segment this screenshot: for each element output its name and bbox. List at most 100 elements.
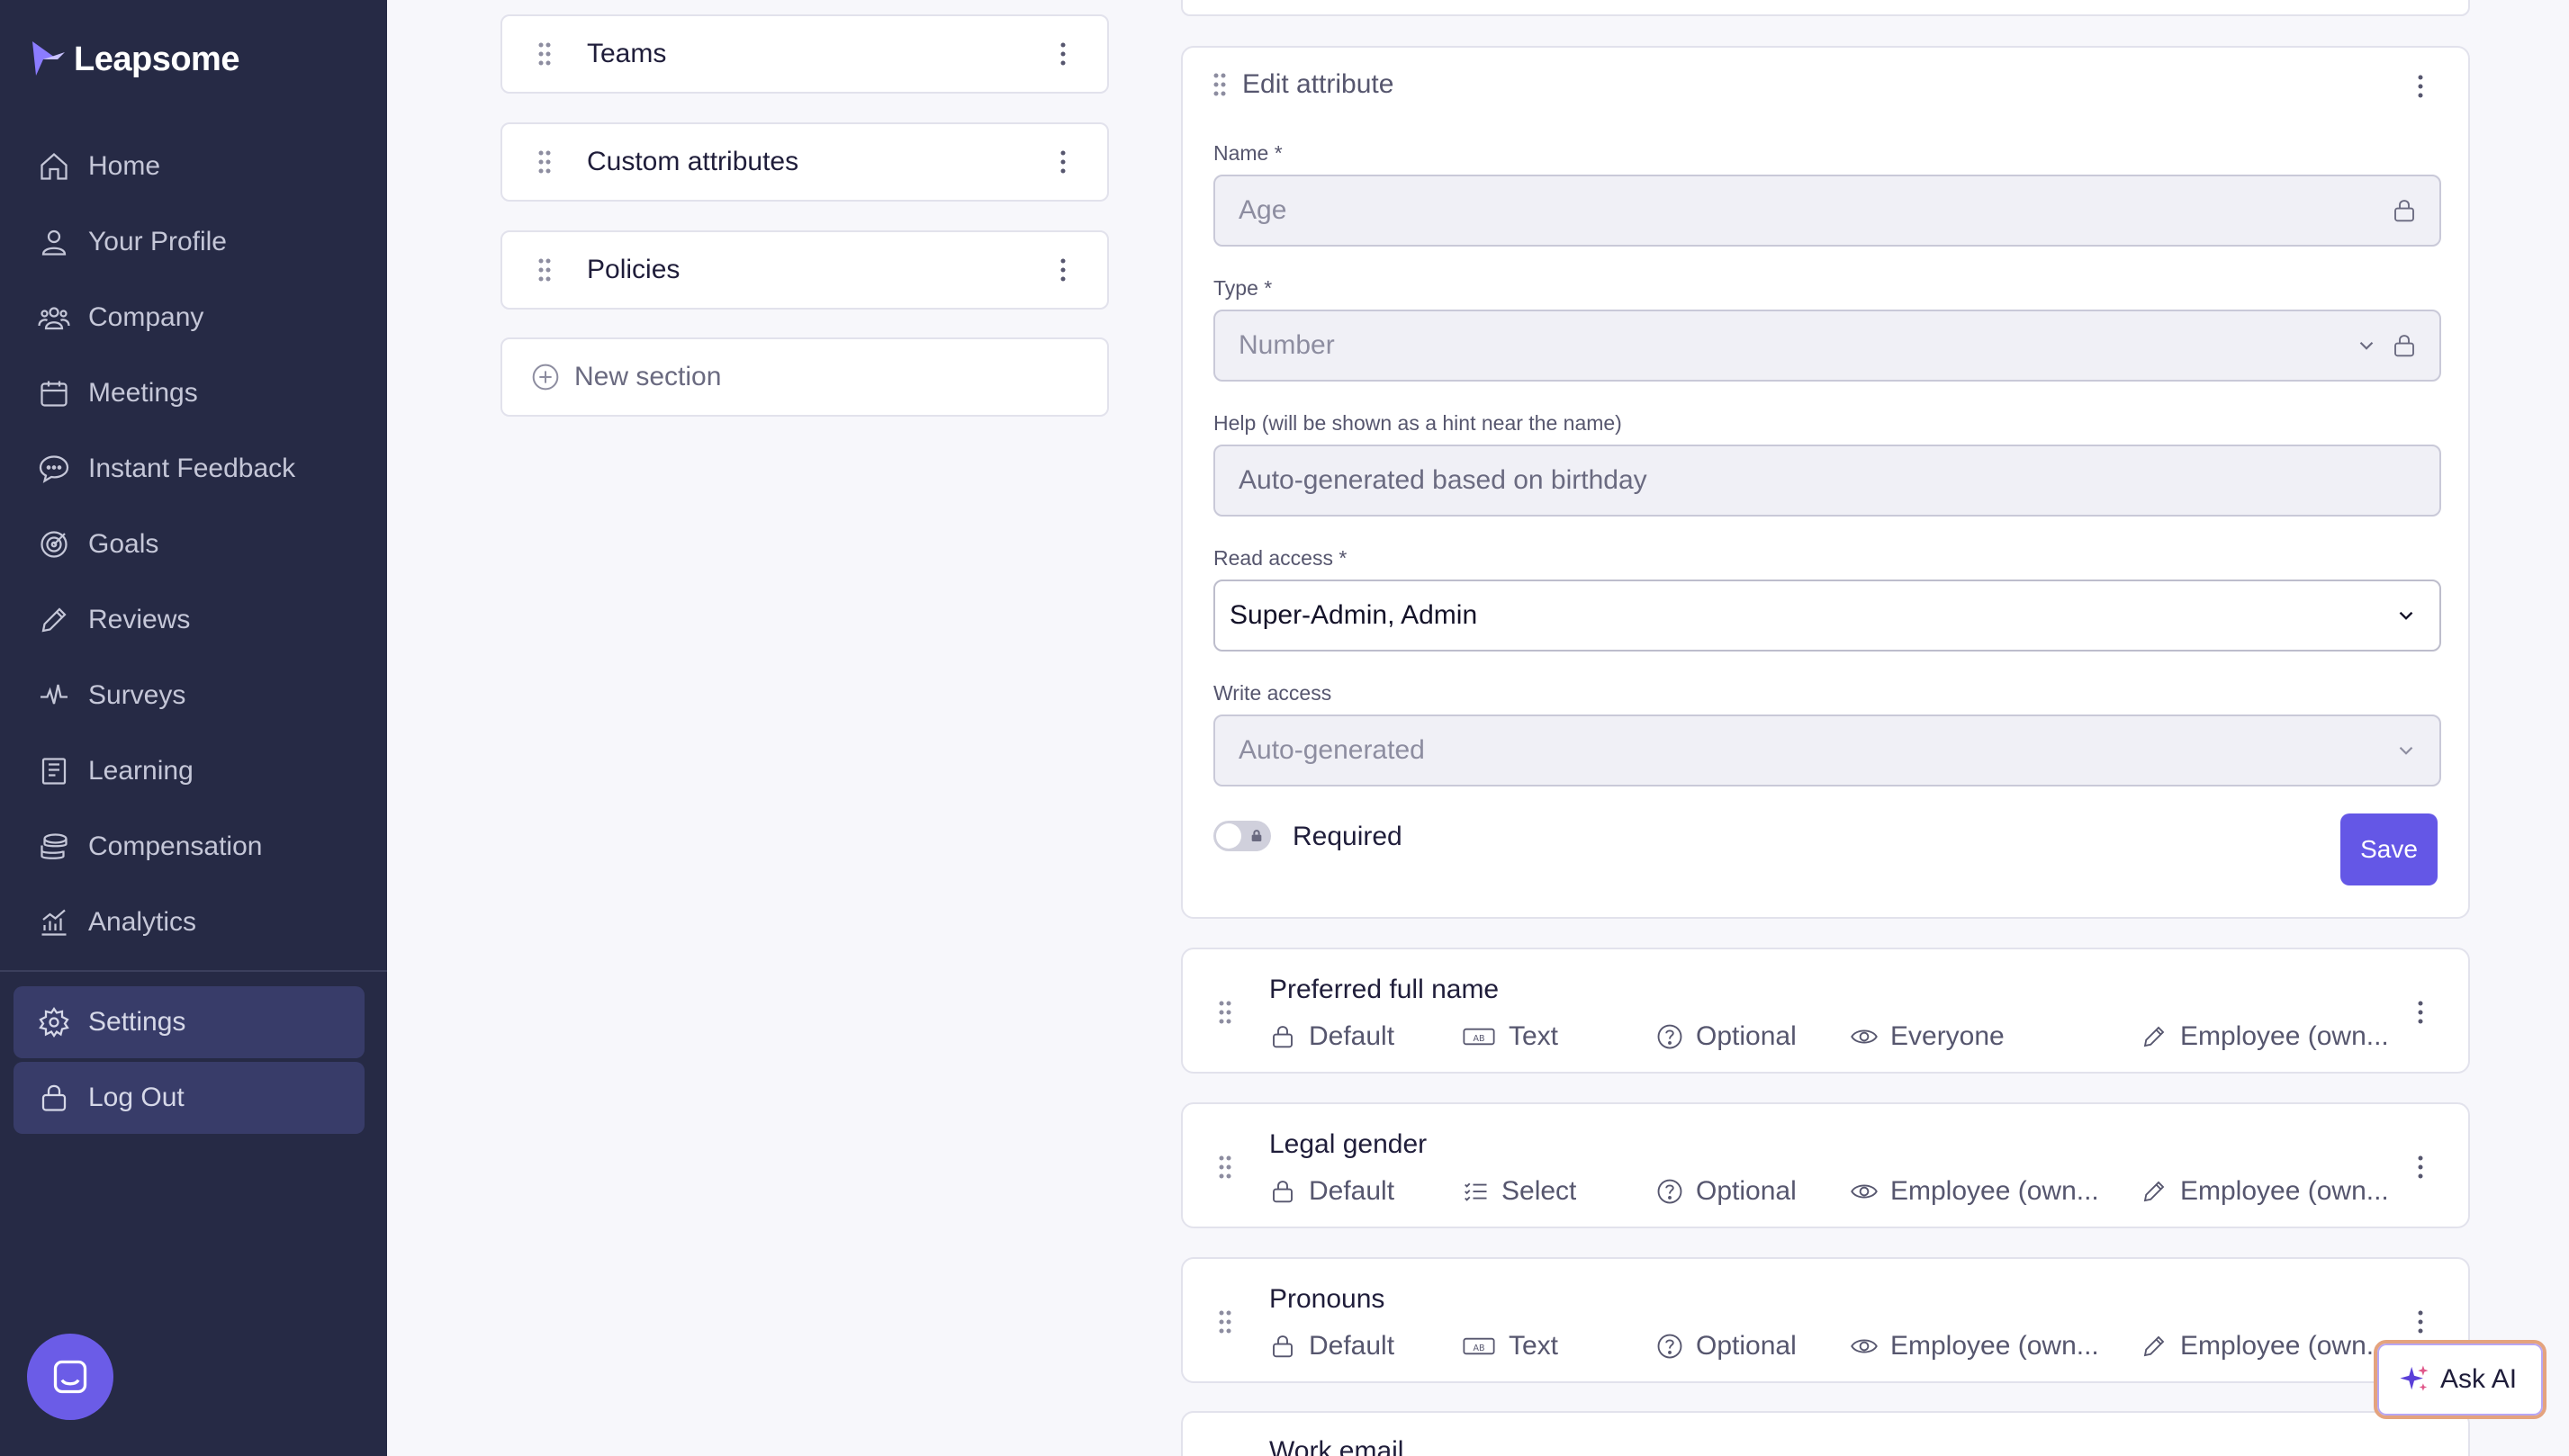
drag-handle-icon[interactable]	[538, 150, 551, 174]
lock-icon	[1273, 1181, 1293, 1203]
read-access-label: Read access *	[1213, 546, 1348, 570]
section-item-custom-attributes[interactable]: Custom attributes	[500, 122, 1109, 202]
people-icon	[38, 307, 70, 330]
sidebar-item-reviews[interactable]: Reviews	[0, 582, 387, 658]
sidebar-item-label: Goals	[88, 529, 159, 559]
sidebar-item-label: Compensation	[88, 831, 263, 861]
attribute-row-legal-gender[interactable]: Legal gender Default Select Optional Emp…	[1181, 1102, 2470, 1228]
more-options-icon[interactable]	[1060, 258, 1066, 282]
section-item-policies[interactable]: Policies	[500, 230, 1109, 310]
sidebar-item-analytics[interactable]: Analytics	[0, 885, 387, 960]
more-options-icon[interactable]	[2418, 75, 2423, 98]
sidebar-item-label: Settings	[88, 1007, 186, 1037]
sidebar-item-label: Company	[88, 302, 204, 332]
attribute-title: Pronouns	[1269, 1284, 1385, 1314]
pencil-icon	[2143, 1181, 2165, 1202]
chat-launcher-button[interactable]	[27, 1334, 113, 1420]
more-options-icon[interactable]	[2418, 1155, 2423, 1179]
sidebar-item-company[interactable]: Company	[0, 280, 387, 355]
name-value: Age	[1239, 195, 1287, 225]
drag-handle-icon[interactable]	[1219, 1310, 1231, 1334]
more-options-icon[interactable]	[2418, 1001, 2423, 1024]
attribute-origin: Default	[1269, 1176, 1394, 1207]
more-options-icon[interactable]	[1060, 42, 1066, 66]
sidebar-item-your-profile[interactable]: Your Profile	[0, 204, 387, 280]
type-select: Number	[1213, 310, 2441, 382]
lock-icon	[1251, 830, 1262, 841]
lock-icon	[41, 1084, 67, 1111]
attribute-type: Select	[1462, 1176, 1576, 1207]
previous-card	[1181, 0, 2470, 16]
sidebar-item-surveys[interactable]: Surveys	[0, 658, 387, 733]
sidebar-item-instant-feedback[interactable]: Instant Feedback	[0, 431, 387, 507]
question-circle-icon	[1657, 1179, 1682, 1204]
sidebar-item-settings[interactable]: Settings	[14, 986, 365, 1058]
drag-handle-icon[interactable]	[1213, 73, 1226, 96]
question-circle-icon	[1657, 1024, 1682, 1049]
write-access-value: Auto-generated	[1239, 735, 1425, 765]
chevron-down-icon	[2399, 746, 2413, 755]
more-options-icon[interactable]	[2418, 1310, 2423, 1334]
section-item-teams[interactable]: Teams	[500, 14, 1109, 94]
drag-handle-icon[interactable]	[1219, 1155, 1231, 1179]
eye-icon	[1851, 1029, 1878, 1044]
list-icon	[1465, 1182, 1487, 1201]
sidebar-item-label: Reviews	[88, 605, 191, 634]
attribute-row-work-email[interactable]: Work email	[1181, 1411, 2470, 1456]
attribute-title: Preferred full name	[1269, 975, 1500, 1004]
pencil-icon	[41, 607, 67, 633]
sidebar-item-learning[interactable]: Learning	[0, 733, 387, 809]
drag-handle-icon[interactable]	[1219, 1001, 1231, 1024]
brand-logo[interactable]: Leapsome	[31, 40, 239, 79]
sparkle-icon	[2400, 1365, 2429, 1391]
leapsome-logo-icon	[32, 41, 65, 76]
sidebar-item-home[interactable]: Home	[0, 129, 387, 204]
drag-handle-icon[interactable]	[538, 258, 551, 282]
svg-text:AB: AB	[1473, 1344, 1484, 1353]
sidebar-item-label: Analytics	[88, 907, 197, 937]
edit-attribute-card: Edit attribute Name * Age Type * Number …	[1181, 46, 2470, 919]
attribute-row-pronouns[interactable]: Pronouns Default AB Text Optional Employ…	[1181, 1257, 2470, 1383]
sidebar-item-label: Home	[88, 151, 161, 181]
sidebar-item-label: Your Profile	[88, 227, 227, 256]
sidebar-item-meetings[interactable]: Meetings	[0, 355, 387, 431]
sidebar-item-goals[interactable]: Goals	[0, 507, 387, 582]
write-access-select: Auto-generated	[1213, 715, 2441, 786]
sidebar-item-label: Instant Feedback	[88, 454, 296, 483]
attribute-write-access: Employee (own...	[2141, 1021, 2420, 1052]
attribute-origin: Default	[1269, 1331, 1394, 1362]
sidebar-divider	[0, 970, 387, 972]
text-field-icon: AB	[1463, 1337, 1495, 1355]
logout-button[interactable]: Log Out	[14, 1062, 365, 1134]
attribute-requirement: Optional	[1656, 1331, 1797, 1362]
sidebar-item-label: Surveys	[88, 680, 186, 710]
pulse-icon	[41, 684, 68, 705]
required-label: Required	[1293, 822, 1402, 851]
save-button[interactable]: Save	[2340, 813, 2438, 885]
section-label: Policies	[587, 255, 681, 284]
more-options-icon[interactable]	[1060, 150, 1066, 174]
chevron-down-icon	[2359, 341, 2374, 350]
sidebar-item-label: Meetings	[88, 378, 198, 408]
section-label: Teams	[587, 39, 667, 68]
lock-icon	[1273, 1335, 1293, 1358]
attribute-row-preferred-full-name[interactable]: Preferred full name Default AB Text Opti…	[1181, 948, 2470, 1074]
new-section-label: New section	[574, 362, 722, 391]
new-section-button[interactable]: New section	[500, 337, 1109, 417]
chevron-down-icon	[2399, 611, 2413, 620]
ask-ai-button[interactable]: Ask AI	[2374, 1340, 2546, 1419]
sidebar-item-compensation[interactable]: Compensation	[0, 809, 387, 885]
drag-handle-icon[interactable]	[538, 42, 551, 66]
pencil-icon	[2143, 1026, 2165, 1047]
question-circle-icon	[1657, 1334, 1682, 1359]
read-access-value: Super-Admin, Admin	[1230, 600, 1478, 630]
chart-icon	[41, 909, 67, 936]
user-icon	[41, 229, 67, 256]
sidebar-item-label: Learning	[88, 756, 194, 786]
read-access-select[interactable]: Super-Admin, Admin	[1213, 580, 2441, 652]
attribute-read-access: Employee (own...	[1851, 1331, 2121, 1362]
lock-icon	[2394, 335, 2414, 357]
plus-circle-icon	[532, 364, 559, 391]
help-input[interactable]: Auto-generated based on birthday	[1213, 445, 2441, 517]
required-toggle[interactable]	[1213, 821, 1271, 851]
